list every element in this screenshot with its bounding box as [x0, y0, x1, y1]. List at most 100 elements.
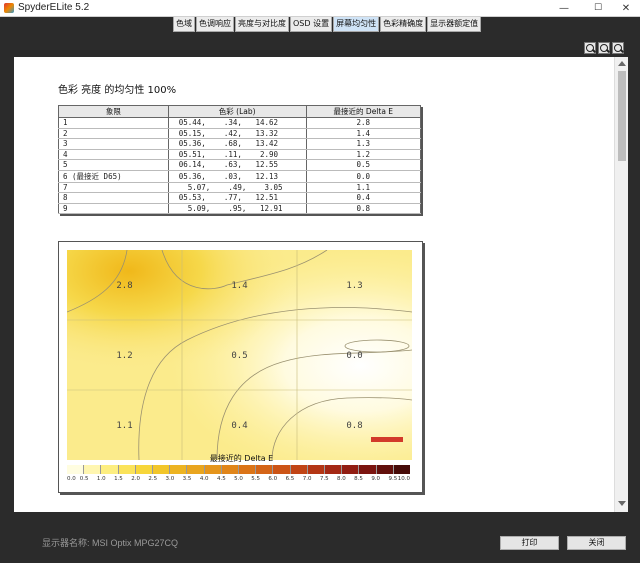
table-row: 8 05.53, .77, 12.51 0.4 — [58, 192, 422, 204]
colorbar-swatch — [342, 465, 360, 474]
header-delta-e: 最接近的 Delta E — [305, 105, 422, 118]
lab-cell: 5.07, .49, 3.05 — [167, 182, 307, 193]
colorbar-tick-label: 4.0 — [199, 476, 209, 482]
colorbar-tick-label: 9.5 — [388, 476, 398, 482]
colorbar-tick-label: 3.0 — [165, 476, 175, 482]
table-row: 9 5.09, .95, 12.91 0.8 — [58, 203, 422, 214]
colorbar-swatch — [204, 465, 222, 474]
uniformity-heatmap: 2.8 1.4 1.3 1.2 0.5 0.0 1.1 0.4 0.8 最接近的 Delta E… — [58, 241, 423, 493]
delta-e-cell: 2.8 — [305, 117, 422, 129]
display-name-label: 显示器名称: MSI Optix MPG27CQ — [42, 538, 179, 548]
table-row: 6 (最接近 D65) 05.36, .03, 12.13 0.0 — [58, 170, 422, 183]
delta-e-cell: 0.8 — [305, 203, 422, 214]
colorbar-tick-label: 7.0 — [302, 476, 312, 482]
maximize-button[interactable]: ☐ — [584, 0, 612, 17]
heatmap-value-label: 0.8 — [346, 421, 362, 431]
quadrant-cell: 8 — [58, 192, 169, 204]
delta-e-cell: 1.1 — [305, 182, 422, 193]
tab-osd-settings[interactable]: OSD 设置 — [290, 17, 333, 32]
quadrant-cell: 1 — [58, 117, 169, 129]
colorbar-swatch — [376, 465, 394, 474]
minimize-button[interactable]: — — [550, 0, 578, 17]
print-button[interactable]: 打印 — [500, 536, 559, 550]
table-row: 7 5.07, .49, 3.05 1.1 — [58, 182, 422, 193]
colorbar-tick-label: 1.0 — [96, 476, 106, 482]
colorbar-tick-label: 2.5 — [148, 476, 158, 482]
lab-cell: 05.44, .34, 14.62 — [167, 117, 307, 129]
report-title: 色彩 亮度 的均匀性 100% — [58, 85, 177, 96]
uniformity-table: 象限 色彩 (Lab) 最接近的 Delta E 1 05.44, .34, 14… — [58, 105, 422, 214]
colorbar-swatch — [187, 465, 205, 474]
report-panel: 色彩 亮度 的均匀性 100% 象限 色彩 (Lab) 最接近的 Delta E… — [14, 57, 616, 512]
colorbar-swatch — [256, 465, 274, 474]
delta-e-cell: 1.4 — [305, 128, 422, 139]
colorbar-tick-label: 5.0 — [234, 476, 243, 482]
colorbar-swatch — [290, 465, 308, 474]
quadrant-cell: 7 — [58, 182, 169, 193]
header-color-lab: 色彩 (Lab) — [167, 105, 307, 118]
heatmap-value-label: 1.2 — [116, 351, 132, 361]
colorbar-tick-label: 8.5 — [354, 476, 363, 482]
colorbar-tick-label: 7.5 — [319, 476, 329, 482]
colorbar-swatch — [135, 465, 154, 474]
close-button[interactable]: 关闭 — [567, 536, 626, 550]
table-row: 1 05.44, .34, 14.62 2.8 — [58, 117, 422, 129]
colorbar-swatch — [153, 465, 171, 474]
lab-cell: 05.36, .68, 13.42 — [167, 138, 307, 150]
colorbar-tick-label: 10.0 — [397, 476, 410, 482]
colorbar-swatch — [273, 465, 291, 474]
delta-e-cell: 0.0 — [305, 170, 422, 183]
heatmap-value-label: 0.5 — [231, 351, 247, 361]
close-window-button[interactable]: ✕ — [612, 0, 640, 17]
zoom-fit-icon[interactable] — [612, 42, 624, 54]
tab-screen-uniformity[interactable]: 屏幕均匀性 — [333, 17, 380, 32]
table-row: 2 05.15, .42, 13.32 1.4 — [58, 128, 422, 139]
colorbar-tick-label: 6.0 — [268, 476, 278, 482]
report-tabs: 色域 色调响应 亮度与对比度 OSD 设置 屏幕均匀性 色彩精确度 显示器额定值 — [173, 17, 482, 32]
lab-cell: 06.14, .63, 12.55 — [167, 159, 307, 171]
colorbar-title: 最接近的 Delta E — [209, 454, 274, 463]
quadrant-cell: 3 — [58, 138, 169, 150]
colorbar-tick-label: 1.5 — [114, 476, 123, 482]
report-scrollbar[interactable] — [614, 57, 628, 512]
heatmap-value-label: 2.8 — [116, 281, 132, 291]
lab-cell: 05.15, .42, 13.32 — [167, 128, 307, 139]
tab-tone-response[interactable]: 色调响应 — [196, 17, 234, 32]
delta-e-cell: 0.5 — [305, 159, 422, 171]
watermark-bar — [371, 437, 403, 442]
colorbar-tick-label: 3.5 — [182, 476, 192, 482]
colorbar-swatch — [84, 465, 102, 474]
table-row: 4 05.51, .11, 2.90 1.2 — [58, 149, 422, 160]
header-quadrant: 象限 — [58, 105, 169, 118]
zoom-out-icon[interactable] — [598, 42, 610, 54]
colorbar-swatch — [239, 465, 257, 474]
table-header-row: 象限 色彩 (Lab) 最接近的 Delta E — [58, 105, 422, 118]
table-row: 5 06.14, .63, 12.55 0.5 — [58, 159, 422, 171]
colorbar-swatch — [307, 465, 326, 474]
colorbar-swatch — [325, 465, 343, 474]
colorbar-tick-label: 4.5 — [216, 476, 226, 482]
quadrant-cell: 5 — [58, 159, 169, 171]
window-title: SpyderELite 5.2 — [18, 2, 90, 13]
scroll-up-icon[interactable] — [618, 61, 626, 66]
colorbar-swatch — [393, 465, 411, 474]
scroll-thumb[interactable] — [618, 71, 626, 161]
colorbar-tick-label: 8.0 — [337, 476, 346, 482]
colorbar — [67, 465, 411, 474]
zoom-in-icon[interactable] — [584, 42, 596, 54]
heatmap-value-label: 1.3 — [346, 281, 362, 291]
scroll-down-icon[interactable] — [618, 501, 626, 506]
heatmap-plot: 2.8 1.4 1.3 1.2 0.5 0.0 1.1 0.4 0.8 — [67, 250, 412, 460]
tab-color-accuracy[interactable]: 色彩精确度 — [380, 17, 427, 32]
heatmap-value-label: 0.0 — [346, 351, 362, 361]
heatmap-value-label: 0.4 — [231, 421, 247, 431]
colorbar-swatch — [67, 465, 85, 474]
tab-brightness-contrast[interactable]: 亮度与对比度 — [235, 17, 289, 32]
table-row: 3 05.36, .68, 13.42 1.3 — [58, 138, 422, 150]
lab-cell: 5.09, .95, 12.91 — [167, 203, 307, 214]
colorbar-tick-label: 5.5 — [251, 476, 261, 482]
tab-gamut[interactable]: 色域 — [173, 17, 195, 32]
tab-display-rating[interactable]: 显示器额定值 — [427, 17, 482, 32]
colorbar-tick-label: 2.0 — [131, 476, 140, 482]
heatmap-value-label: 1.4 — [231, 281, 247, 291]
